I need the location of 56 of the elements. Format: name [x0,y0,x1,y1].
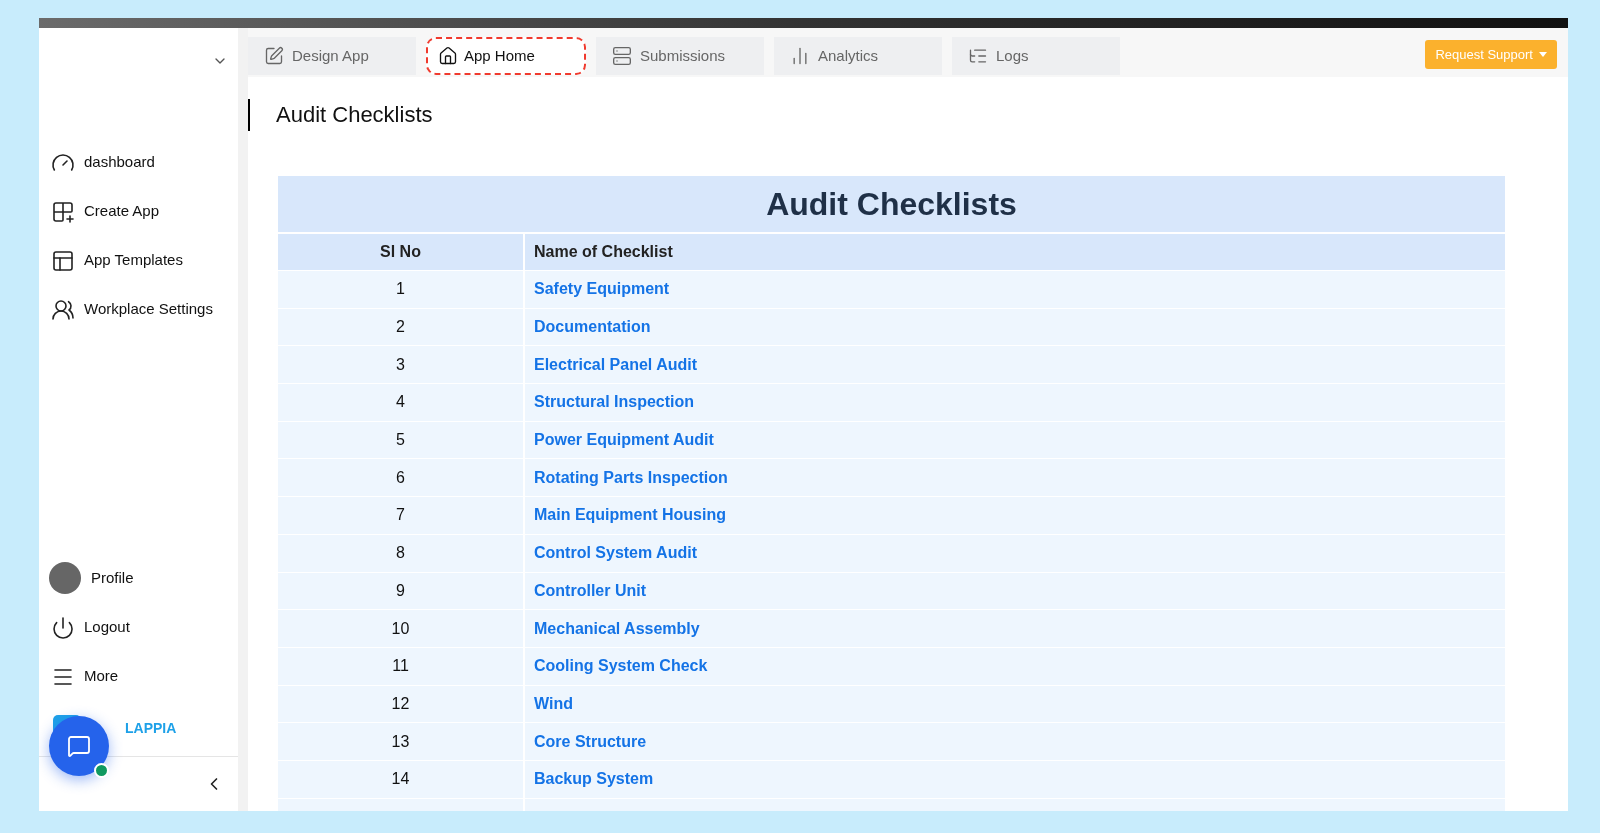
checklist-link[interactable]: Control System Audit [534,541,697,566]
checklist-link[interactable]: Power Equipment Audit [534,428,714,453]
page-title: Audit Checklists [276,101,433,129]
list-icon [612,46,632,66]
checklist-link[interactable]: Wind [534,691,573,716]
checklist-link[interactable]: Mechanical Assembly [534,616,700,641]
logo-text: LAPPIA [125,719,177,738]
table-cell: 7 [278,497,523,534]
people-icon [51,297,75,322]
tab[interactable]: Design App [248,37,416,75]
checklist-link[interactable]: Main Equipment Housing [534,503,726,528]
nav-item[interactable]: App Templates [84,249,183,272]
edit-icon [264,46,284,66]
layout-icon [51,248,75,273]
profile-link[interactable]: Profile [91,566,134,590]
nav-item[interactable]: Workplace Settings [84,298,213,321]
nav-item[interactable]: More [84,665,119,688]
nav-item[interactable]: dashboard [84,151,155,174]
table-cell: 10 [278,610,523,647]
checklist-link[interactable]: Backup System [534,767,654,792]
checklist-link[interactable]: Core Structure [534,729,647,754]
checklist-link[interactable]: Controller Unit [534,578,646,603]
avatar [49,562,81,594]
column-header: Name of Checklist [523,234,1505,270]
checklist-link[interactable]: Cooling System Check [534,654,708,679]
table-cell: 5 [278,421,523,459]
checklist-link[interactable]: Rotating Parts Inspection [534,465,728,490]
grid-plus-icon [51,199,75,224]
nav-item[interactable]: Logout [84,616,130,639]
checklist-link[interactable]: Safety Equipment [534,277,670,302]
checklist-link[interactable]: Structural Inspection [534,390,695,415]
checklist-link[interactable]: Documentation [534,315,651,340]
table-cell: 12 [278,685,523,723]
checklist-link[interactable]: Electrical Panel Audit [534,352,697,377]
column-header: Sl No [278,234,523,270]
tab[interactable]: Analytics [774,37,942,75]
chat-button[interactable] [49,716,109,776]
table-cell: 4 [278,384,523,421]
table-cell: 13 [278,723,523,760]
table-cell: 6 [278,459,523,497]
nav-item[interactable]: Create App [84,200,160,223]
tab[interactable]: Submissions [596,37,764,75]
table-cell: 1 [278,271,523,308]
table-cell: 9 [278,572,523,610]
tab[interactable]: Logs [952,37,1120,75]
table-cell: 3 [278,346,523,384]
table-cell: 14 [278,760,523,798]
table-cell: 8 [278,534,523,572]
power-icon [51,615,75,640]
tab[interactable]: App Home [426,37,586,75]
chat-icon [67,734,91,758]
house-icon [438,46,458,66]
table-title: Audit Checklists [278,176,1505,232]
caret-icon [1539,52,1547,57]
table-cell: 11 [278,647,523,685]
table-cell: 2 [278,308,523,346]
